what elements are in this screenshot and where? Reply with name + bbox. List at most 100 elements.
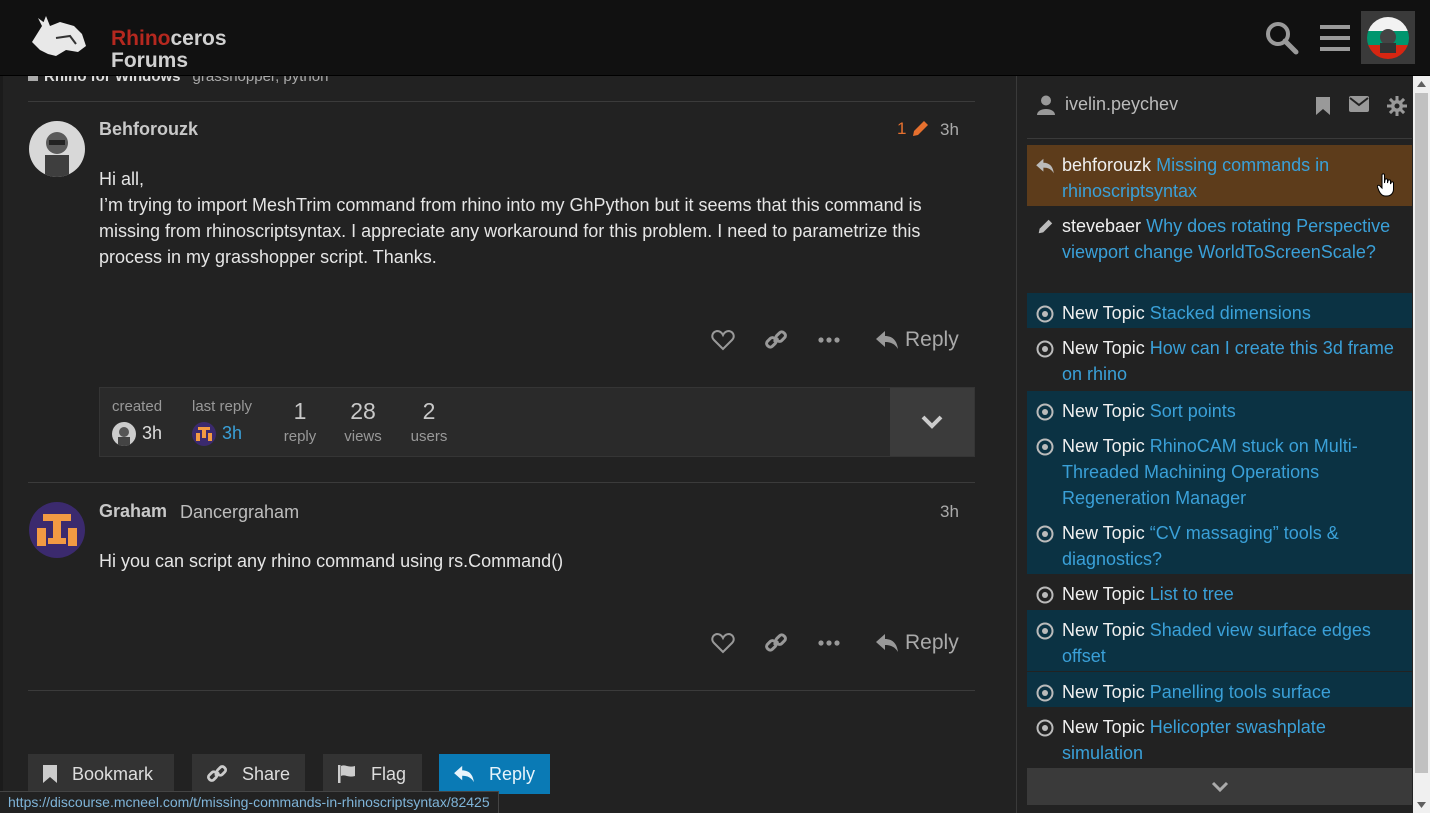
notification-user: New Topic	[1062, 401, 1145, 421]
chevron-down-icon	[921, 415, 943, 429]
notification-user: New Topic	[1062, 303, 1145, 323]
notification-item[interactable]: New Topic Helicopter swashplate simulati…	[1027, 707, 1412, 768]
pencil-icon	[1035, 217, 1055, 237]
scrollbar-thumb[interactable]	[1415, 93, 1428, 773]
search-icon[interactable]	[1262, 18, 1302, 58]
post-body: Hi all, I’m trying to import MeshTrim co…	[99, 166, 969, 270]
reply-label: Reply	[489, 763, 536, 784]
views-label: views	[344, 428, 382, 445]
notification-item[interactable]: New Topic RhinoCAM stuck on Multi-Thread…	[1027, 426, 1412, 513]
notification-item[interactable]: New Topic Shaded view surface edges offs…	[1027, 610, 1412, 671]
user-avatar-button[interactable]	[1361, 11, 1415, 64]
post-paragraph: Hi you can script any rhino command usin…	[99, 551, 564, 571]
notification-item[interactable]: New Topic Panelling tools surface	[1027, 672, 1412, 707]
divider	[1027, 138, 1412, 139]
notification-user: behforouzk	[1062, 155, 1152, 175]
scroll-down-arrow-icon[interactable]	[1417, 801, 1426, 809]
bookmark-icon[interactable]	[1315, 96, 1331, 116]
reply-icon	[876, 331, 898, 349]
post-body: Hi you can script any rhino command usin…	[99, 548, 969, 574]
post-reply-button[interactable]: Reply	[875, 631, 959, 655]
post-time[interactable]: 3h	[940, 120, 959, 140]
reply-label: Reply	[905, 631, 959, 654]
scroll-up-arrow-icon[interactable]	[1417, 80, 1426, 88]
topic-reply-button[interactable]: Reply	[439, 754, 550, 794]
last-reply-label: last reply	[192, 398, 253, 415]
creator-avatar[interactable]	[112, 422, 136, 446]
post-author-avatar[interactable]	[29, 502, 85, 558]
replies-label: reply	[283, 428, 317, 445]
notification-user: New Topic	[1062, 717, 1145, 737]
share-label: Share	[242, 763, 291, 784]
last-reply-time[interactable]: 3h	[222, 423, 242, 444]
dot-circle-icon	[1035, 304, 1055, 324]
notification-item[interactable]: New Topic Sort points	[1027, 391, 1412, 426]
show-more-notifications-button[interactable]	[1027, 768, 1412, 805]
reply-icon	[1035, 156, 1055, 176]
envelope-icon[interactable]	[1349, 96, 1369, 112]
site-logo[interactable]: Rhinoceros Forums	[26, 12, 227, 72]
panel-username: ivelin.peychev	[1065, 94, 1179, 114]
post-actions: Reply	[696, 323, 959, 357]
vertical-scrollbar[interactable]	[1413, 76, 1430, 813]
dot-circle-icon	[1035, 621, 1055, 641]
post-actions: Reply	[696, 626, 959, 660]
notification-item[interactable]: New Topic Stacked dimensions	[1027, 293, 1412, 328]
like-button[interactable]	[696, 626, 749, 660]
divider	[28, 482, 975, 483]
user-menu-panel: ivelin.peychev behforouzk Missing comman…	[1016, 76, 1413, 813]
edit-history-button[interactable]: 1	[897, 119, 930, 139]
link-icon	[764, 330, 787, 349]
logo-text: Rhinoceros Forums	[111, 27, 227, 72]
last-replier-avatar[interactable]	[192, 422, 216, 446]
site-header: Rhinoceros Forums	[0, 0, 1430, 76]
chevron-down-icon	[1211, 781, 1228, 792]
notification-item[interactable]: stevebaer Why does rotating Perspective …	[1027, 206, 1412, 293]
notification-item[interactable]: New Topic “CV massaging” tools & diagnos…	[1027, 513, 1412, 574]
hamburger-menu-icon[interactable]	[1315, 18, 1355, 58]
notification-title: Panelling tools surface	[1149, 682, 1331, 702]
notification-user: New Topic	[1062, 682, 1145, 702]
gear-icon[interactable]	[1387, 96, 1407, 116]
replies-count: 1	[293, 398, 307, 424]
flag-icon	[338, 765, 355, 783]
notification-user: New Topic	[1062, 338, 1145, 358]
notification-user: stevebaer	[1062, 216, 1142, 236]
post-username[interactable]: Behforouzk	[99, 119, 198, 140]
notification-item[interactable]: behforouzk Missing commands in rhinoscri…	[1027, 145, 1412, 206]
share-link-button[interactable]	[749, 626, 802, 660]
notification-item[interactable]: New Topic List to tree	[1027, 574, 1412, 609]
pencil-icon	[913, 121, 929, 136]
flag-label: Flag	[371, 763, 407, 784]
created-label: created	[112, 398, 163, 415]
bookmark-button[interactable]: Bookmark	[28, 754, 174, 794]
dot-circle-icon	[1035, 339, 1055, 359]
notification-item[interactable]: New Topic How can I create this 3d frame…	[1027, 328, 1412, 389]
link-icon	[764, 633, 787, 652]
expand-topic-map-button[interactable]	[890, 388, 974, 456]
share-button[interactable]: Share	[192, 754, 305, 794]
post-username[interactable]: Graham	[99, 501, 167, 522]
notification-title: Sort points	[1149, 401, 1236, 421]
heart-icon	[710, 329, 735, 351]
dot-circle-icon	[1035, 585, 1055, 605]
post-time[interactable]: 3h	[940, 502, 959, 522]
status-bar-url: https://discourse.mcneel.com/t/missing-c…	[0, 791, 499, 813]
more-actions-button[interactable]	[802, 323, 855, 357]
heart-icon	[710, 632, 735, 654]
more-actions-button[interactable]	[802, 626, 855, 660]
notification-title: Stacked dimensions	[1149, 303, 1311, 323]
like-button[interactable]	[696, 323, 749, 357]
flag-button[interactable]: Flag	[323, 754, 422, 794]
ellipsis-icon	[817, 337, 840, 343]
dot-circle-icon	[1035, 437, 1055, 457]
rhino-logo-icon	[32, 16, 86, 56]
share-link-button[interactable]	[749, 323, 802, 357]
post-reply-button[interactable]: Reply	[875, 328, 959, 352]
post-author-avatar[interactable]	[29, 121, 85, 177]
panel-user-link[interactable]: ivelin.peychev	[1037, 94, 1178, 115]
link-icon	[206, 765, 228, 782]
created-time: 3h	[142, 423, 163, 443]
dot-circle-icon	[1035, 718, 1055, 738]
divider	[28, 101, 975, 102]
